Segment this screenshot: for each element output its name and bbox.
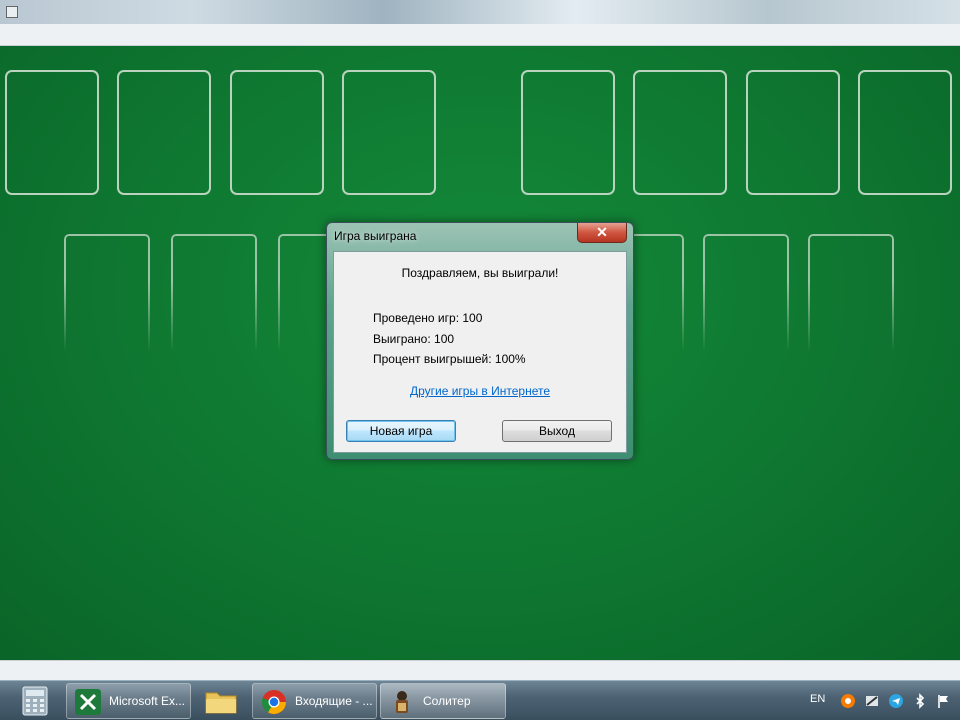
tableau-column-1[interactable] [64,234,150,352]
calculator-icon [22,686,48,716]
dialog-body: Поздравляем, вы выиграли! Проведено игр:… [333,251,627,453]
games-won-stat: Выиграно: 100 [373,332,455,346]
avast-icon[interactable] [840,693,856,709]
close-icon: ✕ [596,224,608,240]
network-tool-icon[interactable] [864,693,880,709]
window-system-button[interactable] [6,6,18,18]
close-button[interactable]: ✕ [577,223,627,243]
excel-icon [75,689,101,715]
online-games-link[interactable]: Другие игры в Интернете [334,384,626,398]
exit-button[interactable]: Выход [502,420,612,442]
telegram-icon[interactable] [888,693,904,709]
win-percent-stat: Процент выигрышей: 100% [373,352,526,366]
new-game-button[interactable]: Новая игра [346,420,456,442]
dialog-title: Игра выиграна [334,229,417,243]
taskbar-item-explorer[interactable] [194,683,248,719]
window-titlebar-strip [0,0,960,24]
window-status-strip [0,660,960,680]
foundation-3[interactable] [746,70,840,195]
taskbar-item-excel[interactable]: Microsoft Ex... [66,683,191,719]
free-cell-1[interactable] [5,70,99,195]
taskbar-item-label: Входящие - ... [295,694,373,708]
tableau-column-7[interactable] [703,234,789,352]
window-menu-strip [0,24,960,46]
chrome-icon [261,690,286,715]
congrats-message: Поздравляем, вы выиграли! [401,266,559,280]
games-played-stat: Проведено игр: 100 [373,311,483,325]
taskbar-item-chrome[interactable]: Входящие - ... [252,683,377,719]
taskbar: Microsoft Ex... Входящие - ... Солитер E… [0,680,960,720]
taskbar-item-label: Солитер [423,694,471,708]
taskbar-item-calculator[interactable] [8,683,62,719]
action-center-flag-icon[interactable] [936,693,952,709]
language-indicator[interactable]: EN [810,693,825,705]
tableau-column-8[interactable] [808,234,894,352]
bluetooth-icon[interactable] [912,693,928,709]
tableau-column-2[interactable] [171,234,257,352]
solitaire-icon [396,691,408,713]
taskbar-item-solitaire[interactable]: Солитер [380,683,506,719]
free-cell-3[interactable] [230,70,324,195]
free-cell-2[interactable] [117,70,211,195]
game-won-dialog: Игра выиграна ✕ Поздравляем, вы выиграли… [326,222,634,460]
free-cell-4[interactable] [342,70,436,195]
folder-icon [205,692,237,714]
foundation-1[interactable] [521,70,615,195]
foundation-2[interactable] [633,70,727,195]
foundation-4[interactable] [858,70,952,195]
taskbar-item-label: Microsoft Ex... [109,694,186,708]
